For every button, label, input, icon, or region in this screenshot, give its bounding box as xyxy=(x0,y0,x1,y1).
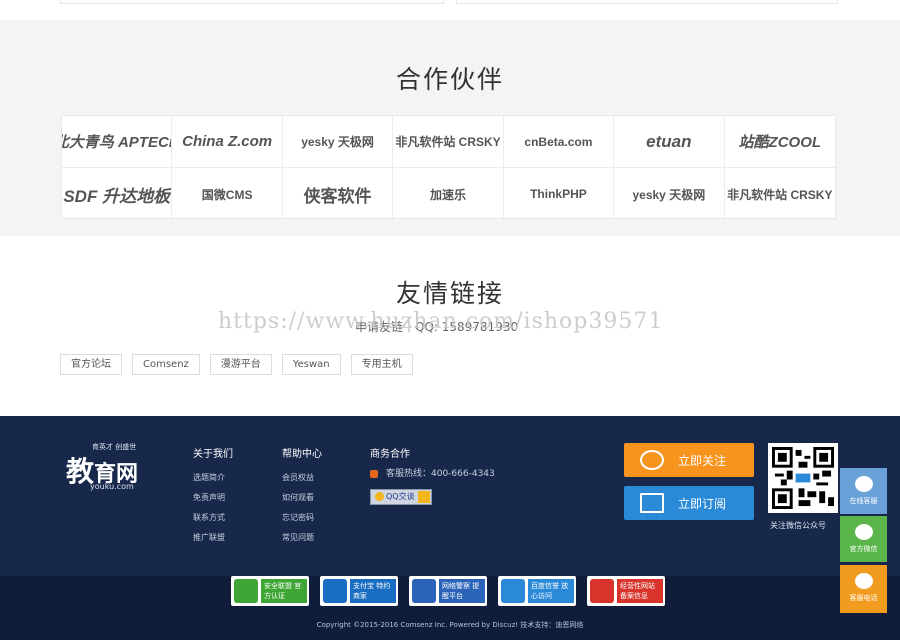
baidu-icon xyxy=(501,579,525,603)
qq-badge-icon xyxy=(418,491,430,503)
footer-link[interactable]: 会员权益 xyxy=(282,472,322,492)
partners-title: 合作伙伴 xyxy=(395,65,504,94)
top-strip xyxy=(0,0,900,20)
partner-logo[interactable]: China Z.com xyxy=(172,116,283,168)
qr-code-icon xyxy=(772,447,834,509)
partner-logo[interactable]: 非凡软件站 CRSKY xyxy=(393,116,504,168)
links-section: 友情链接 申请友链｜QQ: 1589781930 https://www.huz… xyxy=(0,236,900,416)
trust-badge[interactable]: 安全联盟 官方认证 xyxy=(231,576,309,606)
link-row: 官方论坛 Comsenz 漫游平台 Yeswan 专用主机 xyxy=(60,354,413,375)
phone-icon xyxy=(854,573,873,589)
partners-section: 合作伙伴 北大青鸟 APTECH China Z.com yesky 天极网 非… xyxy=(0,20,900,236)
top-card-right xyxy=(456,0,838,4)
follow-button[interactable]: 立即关注 xyxy=(624,443,754,477)
friend-link[interactable]: 漫游平台 xyxy=(209,354,272,375)
side-online-service[interactable]: 在线客服 xyxy=(840,468,887,514)
trust-badges: 安全联盟 官方认证 支付宝 特约商家 网络警察 提醒平台 百度信誉 放心访问 经… xyxy=(231,576,665,606)
partner-logo[interactable]: 北大青鸟 APTECH xyxy=(62,116,173,168)
partner-logo[interactable]: 非凡软件站 CRSKY xyxy=(725,168,835,220)
puzzle-icon xyxy=(323,579,347,603)
footer-about-title: 关于我们 xyxy=(193,449,233,460)
phone-icon xyxy=(370,469,378,478)
friend-link[interactable]: Comsenz xyxy=(132,354,200,375)
trust-badge[interactable]: 网络警察 提醒平台 xyxy=(409,576,487,606)
partner-logo[interactable]: etuan xyxy=(614,116,725,168)
weibo-icon xyxy=(640,450,664,470)
trust-badge-label: 百度信誉 放心访问 xyxy=(528,579,574,603)
friend-link[interactable]: 专用主机 xyxy=(350,354,413,375)
partner-logo[interactable]: yesky 天极网 xyxy=(614,168,725,220)
trust-badge[interactable]: 百度信誉 放心访问 xyxy=(498,576,576,606)
emblem-icon xyxy=(590,579,614,603)
footer-business: 商务合作 客服热线：400-666-4343 QQ交谈 xyxy=(370,445,495,505)
partner-logo[interactable]: cnBeta.com xyxy=(503,116,615,168)
partner-logo[interactable]: yesky 天极网 xyxy=(282,116,394,168)
subscribe-label: 立即订阅 xyxy=(678,496,727,511)
wechat-icon xyxy=(854,524,873,540)
police-icon xyxy=(412,579,436,603)
footer-link[interactable]: 如何观看 xyxy=(282,492,322,512)
footer: 育英才 创盛世 教育网 youku.com 关于我们 选题简介 免责声明 联系方… xyxy=(0,416,900,576)
footer-business-title: 商务合作 xyxy=(370,449,410,460)
qq-penguin-icon xyxy=(854,476,873,492)
friend-link[interactable]: 官方论坛 xyxy=(60,354,122,375)
trust-badge-label: 安全联盟 官方认证 xyxy=(261,579,307,603)
trust-badge[interactable]: 经营性网站 备案信息 xyxy=(587,576,665,606)
shield-check-icon xyxy=(234,579,258,603)
hotline-text: 客服热线：400-666-4343 xyxy=(386,469,495,479)
qr-caption: 关注微信公众号 xyxy=(770,521,826,530)
trust-badge-label: 支付宝 特约商家 xyxy=(350,579,396,603)
side-phone[interactable]: 客服电话 xyxy=(840,565,887,613)
side-online-label: 在线客服 xyxy=(849,497,878,505)
mail-icon xyxy=(640,493,664,513)
footer-link[interactable]: 选题简介 xyxy=(193,472,233,492)
footer-link[interactable]: 推广联盟 xyxy=(193,532,233,552)
footer-link[interactable]: 忘记密码 xyxy=(282,512,322,532)
footer-link[interactable]: 常见问题 xyxy=(282,532,322,552)
footer-link[interactable]: 联系方式 xyxy=(193,512,233,532)
qq-chat-button[interactable]: QQ交谈 xyxy=(370,489,432,505)
hotline: 客服热线：400-666-4343 xyxy=(370,466,495,479)
partner-grid: 北大青鸟 APTECH China Z.com yesky 天极网 非凡软件站 … xyxy=(61,115,836,220)
qq-icon xyxy=(375,492,384,501)
logo-domain: youku.com xyxy=(90,482,134,491)
partner-logo[interactable]: SDF 升达地板 xyxy=(62,168,173,220)
footer-link[interactable]: 免责声明 xyxy=(193,492,233,512)
footer-about: 关于我们 选题简介 免责声明 联系方式 推广联盟 xyxy=(193,445,233,552)
wechat-qr-code xyxy=(768,443,838,513)
top-card-left xyxy=(60,0,444,4)
bottom-bar: 安全联盟 官方认证 支付宝 特约商家 网络警察 提醒平台 百度信誉 放心访问 经… xyxy=(0,576,900,640)
trust-badge-label: 网络警察 提醒平台 xyxy=(439,579,485,603)
partner-logo[interactable]: 站酷ZCOOL xyxy=(724,116,835,168)
watermark-text: https://www.huzhan.com/ishop39571 xyxy=(218,309,664,334)
qq-chat-label: QQ交谈 xyxy=(386,492,415,501)
subscribe-button[interactable]: 立即订阅 xyxy=(624,486,754,520)
trust-badge[interactable]: 支付宝 特约商家 xyxy=(320,576,398,606)
partner-logo[interactable]: 侠客软件 xyxy=(283,168,394,220)
trust-badge-label: 经营性网站 备案信息 xyxy=(617,579,663,603)
side-phone-label: 客服电话 xyxy=(849,594,878,602)
follow-label: 立即关注 xyxy=(678,453,727,468)
copyright: Copyright ©2015-2016 Comsenz Inc. Powere… xyxy=(316,621,584,629)
partner-logo[interactable]: ThinkPHP xyxy=(504,168,615,220)
links-title: 友情链接 xyxy=(395,279,504,308)
friend-link[interactable]: Yeswan xyxy=(281,354,341,375)
partner-logo[interactable]: 加速乐 xyxy=(393,168,504,220)
partner-logo[interactable]: 国微CMS xyxy=(172,168,283,220)
footer-help-title: 帮助中心 xyxy=(282,449,322,460)
footer-help: 帮助中心 会员权益 如何观看 忘记密码 常见问题 xyxy=(282,445,322,552)
side-wechat-label: 官方微信 xyxy=(849,545,878,553)
side-wechat[interactable]: 官方微信 xyxy=(840,516,887,562)
